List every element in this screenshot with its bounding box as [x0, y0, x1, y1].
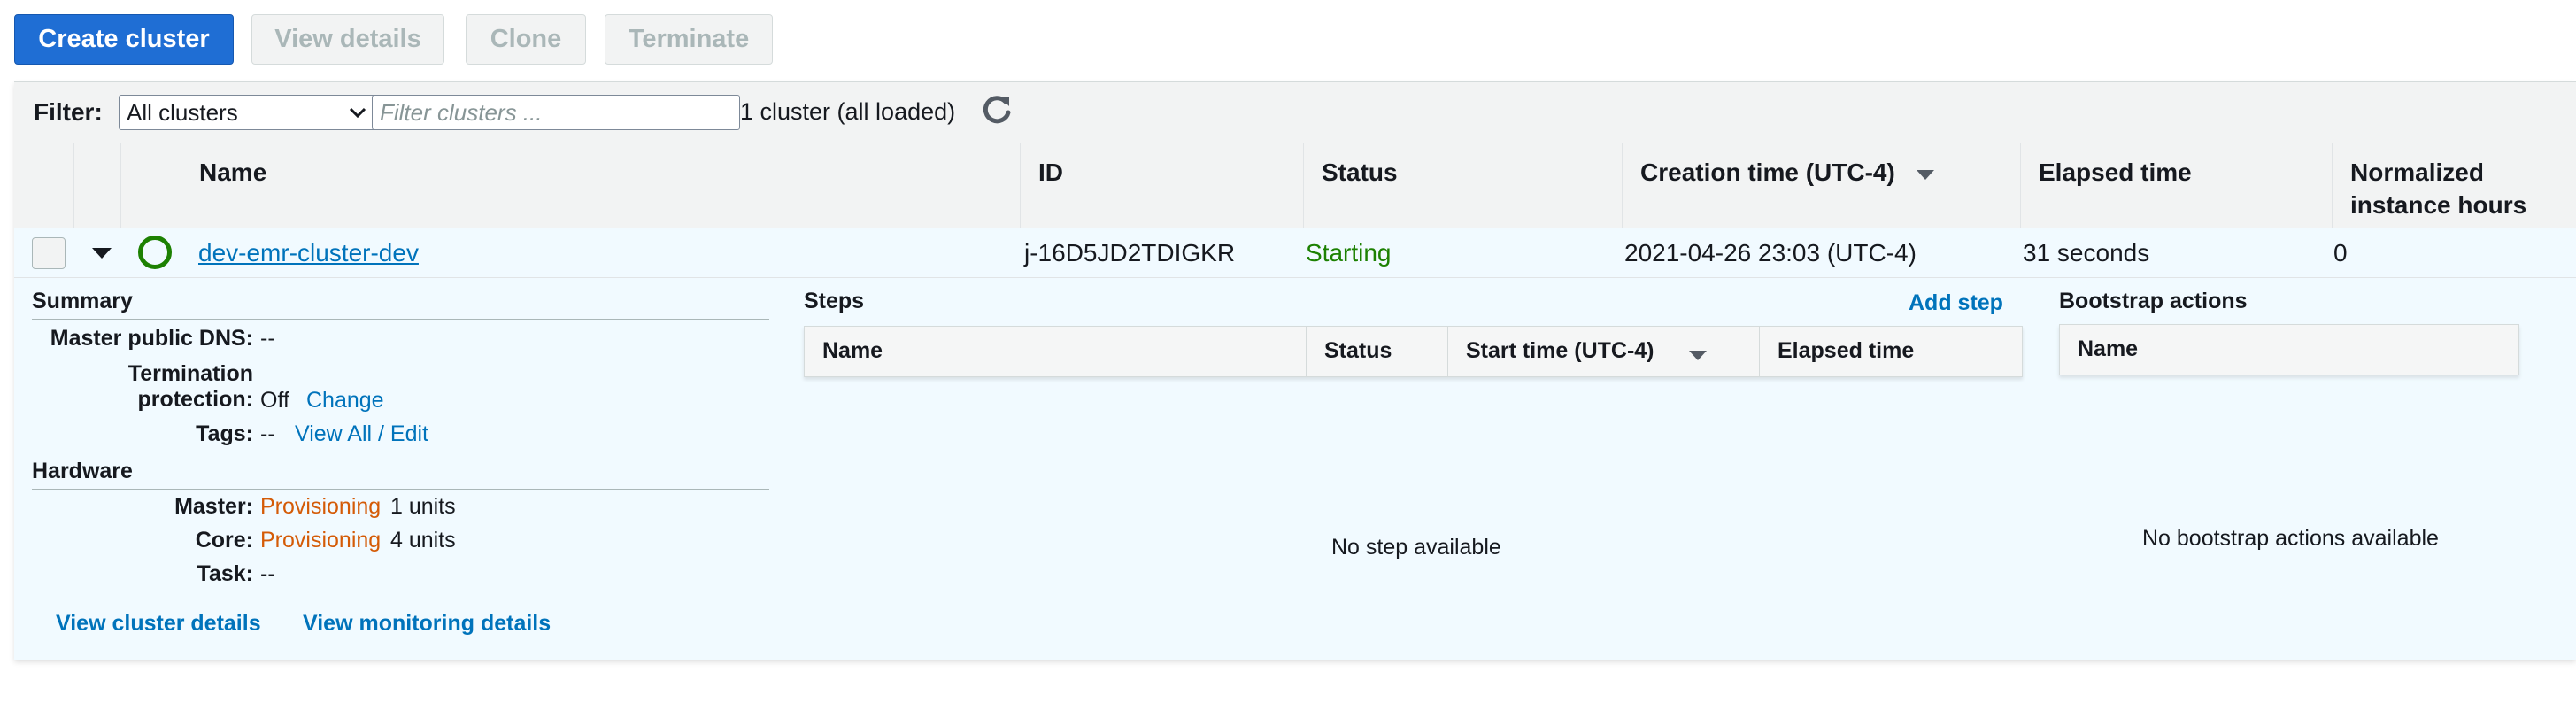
master-units: 1 units [390, 494, 456, 519]
normalized-line2: instance hours [2350, 191, 2527, 219]
termination-key-line1: Termination [127, 361, 253, 386]
column-header-status-label: Status [1322, 158, 1398, 186]
chevron-down-icon [349, 107, 366, 119]
steps-col-elapsed-label: Elapsed time [1778, 338, 1915, 363]
steps-col-status-label: Status [1324, 338, 1392, 363]
filter-select-value: All clusters [127, 99, 238, 126]
view-monitoring-details-link[interactable]: View monitoring details [303, 611, 551, 637]
steps-empty-message: No step available [1331, 535, 1501, 560]
view-all-tags-link[interactable]: View All / Edit [295, 421, 428, 447]
column-header-name[interactable]: Name [181, 143, 1021, 228]
core-units: 4 units [390, 528, 456, 552]
column-header-elapsed-time[interactable]: Elapsed time [2021, 143, 2333, 228]
master-dns-key: Master public DNS: [50, 326, 253, 351]
filter-bar: Filter: All clusters Filter clusters ...… [14, 81, 2576, 143]
column-header-name-label: Name [199, 158, 267, 186]
header-select-col [14, 143, 74, 228]
toolbar: Create cluster View details Clone Termin… [0, 0, 2576, 81]
bootstrap-table-header: Name [2059, 324, 2519, 375]
column-header-creation-time[interactable]: Creation time (UTC-4) [1623, 143, 2021, 228]
filter-label: Filter: [34, 98, 103, 126]
row-select-checkbox[interactable] [32, 237, 66, 269]
summary-title: Summary [32, 289, 133, 313]
header-expand-col [74, 143, 121, 228]
steps-col-status[interactable]: Status [1307, 327, 1448, 376]
column-header-id[interactable]: ID [1021, 143, 1304, 228]
cluster-count-text: 1 cluster (all loaded) [740, 98, 956, 125]
hardware-title: Hardware [32, 459, 133, 483]
create-cluster-button[interactable]: Create cluster [14, 14, 234, 65]
sort-descending-icon [1917, 170, 1934, 180]
cluster-creation-time: 2021-04-26 23:03 (UTC-4) [1624, 239, 1917, 267]
column-header-id-label: ID [1038, 158, 1063, 186]
tags-key: Tags: [196, 421, 253, 446]
cluster-detail-panel: Summary Master public DNS: -- Terminatio… [14, 278, 2576, 660]
master-status: Provisioning [260, 494, 382, 519]
header-status-icon-col [121, 143, 181, 228]
task-key: Task: [197, 561, 253, 586]
core-status: Provisioning [260, 528, 382, 552]
expand-caret-icon[interactable] [90, 244, 113, 262]
column-header-status[interactable]: Status [1304, 143, 1623, 228]
steps-title: Steps [804, 289, 865, 313]
change-termination-link[interactable]: Change [306, 388, 384, 413]
task-value: -- [260, 561, 275, 586]
view-cluster-details-link[interactable]: View cluster details [56, 611, 261, 637]
cluster-filter-select[interactable]: All clusters [119, 95, 377, 130]
core-key: Core: [195, 528, 253, 552]
filter-search-input[interactable]: Filter clusters ... [372, 95, 740, 130]
cluster-status: Starting [1306, 239, 1392, 267]
steps-col-name-label: Name [822, 338, 883, 363]
sort-descending-icon [1689, 351, 1707, 360]
cluster-normalized-hours: 0 [2333, 239, 2348, 267]
steps-table-header: Name Status Start time (UTC-4) Elapsed t… [804, 326, 2023, 377]
column-header-normalized-hours-label: Normalized instance hours [2350, 156, 2526, 221]
termination-protection-value: Off [260, 388, 289, 413]
clone-button[interactable]: Clone [466, 14, 586, 65]
add-step-link[interactable]: Add step [1909, 290, 2003, 316]
normalized-line1: Normalized [2350, 158, 2484, 186]
bootstrap-col-name-label: Name [2078, 336, 2139, 361]
termination-protection-key: Termination protection: [32, 361, 253, 413]
clusters-panel: Filter: All clusters Filter clusters ...… [14, 81, 2576, 660]
refresh-icon[interactable] [978, 91, 1015, 128]
steps-col-start-time[interactable]: Start time (UTC-4) [1448, 327, 1760, 376]
steps-col-start-time-label: Start time (UTC-4) [1466, 338, 1654, 363]
bootstrap-title: Bootstrap actions [2059, 289, 2248, 313]
column-header-normalized-hours[interactable]: Normalized instance hours [2333, 143, 2576, 228]
bootstrap-empty-message: No bootstrap actions available [2142, 526, 2439, 551]
cluster-id: j-16D5JD2TDIGKR [1024, 239, 1236, 267]
status-starting-icon [138, 236, 172, 269]
cluster-name-link[interactable]: dev-emr-cluster-dev [198, 239, 419, 267]
steps-col-name[interactable]: Name [805, 327, 1307, 376]
hardware-divider [32, 489, 769, 490]
table-row[interactable]: dev-emr-cluster-dev j-16D5JD2TDIGKR Star… [14, 228, 2576, 278]
terminate-button[interactable]: Terminate [605, 14, 773, 65]
view-details-button[interactable]: View details [251, 14, 444, 65]
master-dns-value: -- [260, 326, 275, 351]
master-key: Master: [174, 494, 253, 519]
termination-key-line2: protection: [137, 387, 253, 412]
tags-value: -- [260, 421, 275, 446]
column-header-elapsed-time-label: Elapsed time [2039, 158, 2192, 186]
summary-divider [32, 319, 769, 320]
column-header-creation-time-label: Creation time (UTC-4) [1640, 158, 1895, 186]
cluster-elapsed-time: 31 seconds [2023, 239, 2150, 267]
clusters-table-header: Name ID Status Creation time (UTC-4) Ela… [14, 143, 2576, 228]
bootstrap-col-name[interactable]: Name [2060, 325, 2518, 375]
steps-col-elapsed[interactable]: Elapsed time [1760, 327, 2022, 376]
